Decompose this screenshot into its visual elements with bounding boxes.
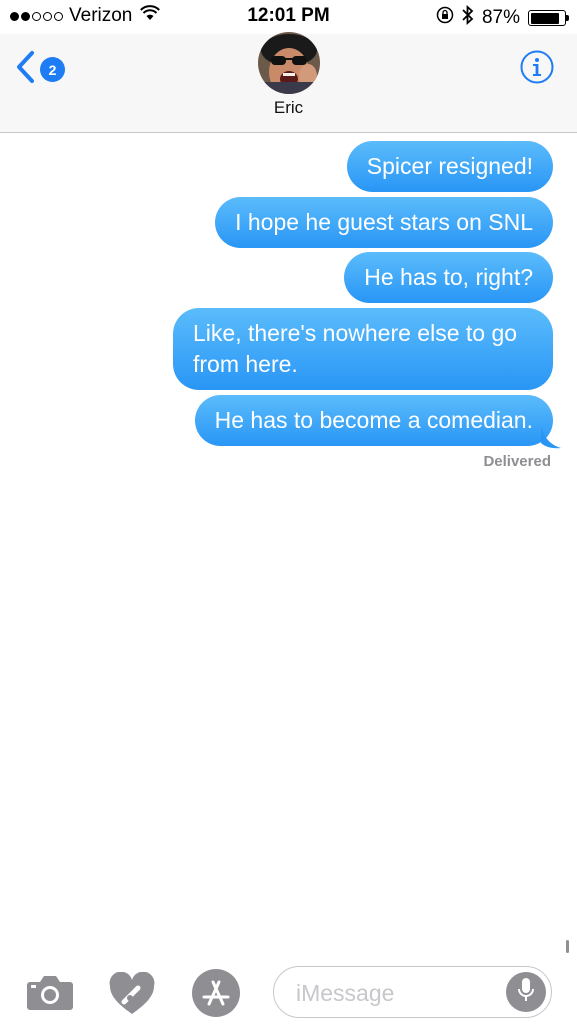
delivery-status: Delivered — [483, 453, 551, 470]
scrollbar[interactable] — [566, 940, 569, 953]
message-bubble[interactable]: Spicer resigned! — [346, 141, 553, 192]
message-text: Spicer resigned! — [366, 153, 533, 179]
app-store-button[interactable] — [191, 968, 241, 1023]
message-text: I hope he guest stars on SNL — [235, 209, 533, 235]
contact-avatar[interactable] — [258, 32, 320, 94]
digital-touch-icon — [108, 971, 156, 1020]
status-bar: Verizon 12:01 PM 87% — [0, 0, 577, 34]
back-button[interactable]: 2 — [14, 50, 65, 89]
message-bubble[interactable]: Like, there's nowhere else to go from he… — [173, 308, 553, 390]
bluetooth-icon — [462, 4, 474, 31]
info-icon — [520, 50, 554, 88]
message-bubble[interactable]: I hope he guest stars on SNL — [215, 197, 553, 248]
compose-bar: iMessage — [0, 958, 577, 1026]
message-text: He has to become a comedian. — [214, 407, 533, 433]
message-text: He has to, right? — [364, 264, 533, 290]
message-bubble[interactable]: He has to become a comedian. — [194, 395, 553, 446]
message-input-placeholder: iMessage — [296, 980, 395, 1006]
microphone-icon — [517, 977, 535, 1008]
unread-count-badge: 2 — [40, 57, 65, 82]
contact-name[interactable]: Eric — [0, 98, 577, 118]
digital-touch-button[interactable] — [108, 971, 156, 1021]
app-store-icon — [191, 969, 241, 1022]
camera-icon — [26, 976, 74, 1014]
battery-percent: 87% — [481, 7, 520, 28]
message-bubble[interactable]: He has to, right? — [344, 252, 553, 303]
battery-icon — [528, 10, 569, 26]
chevron-left-icon — [14, 50, 36, 89]
bubble-tail — [541, 427, 561, 449]
orientation-lock-icon — [436, 6, 454, 30]
message-text: Like, there's nowhere else to go from he… — [193, 320, 518, 377]
info-button[interactable] — [520, 50, 554, 89]
dictation-button[interactable] — [506, 972, 546, 1012]
conversation-header: 2 Eric — [0, 32, 577, 133]
message-input[interactable]: iMessage — [273, 966, 552, 1018]
camera-button[interactable] — [26, 974, 74, 1015]
